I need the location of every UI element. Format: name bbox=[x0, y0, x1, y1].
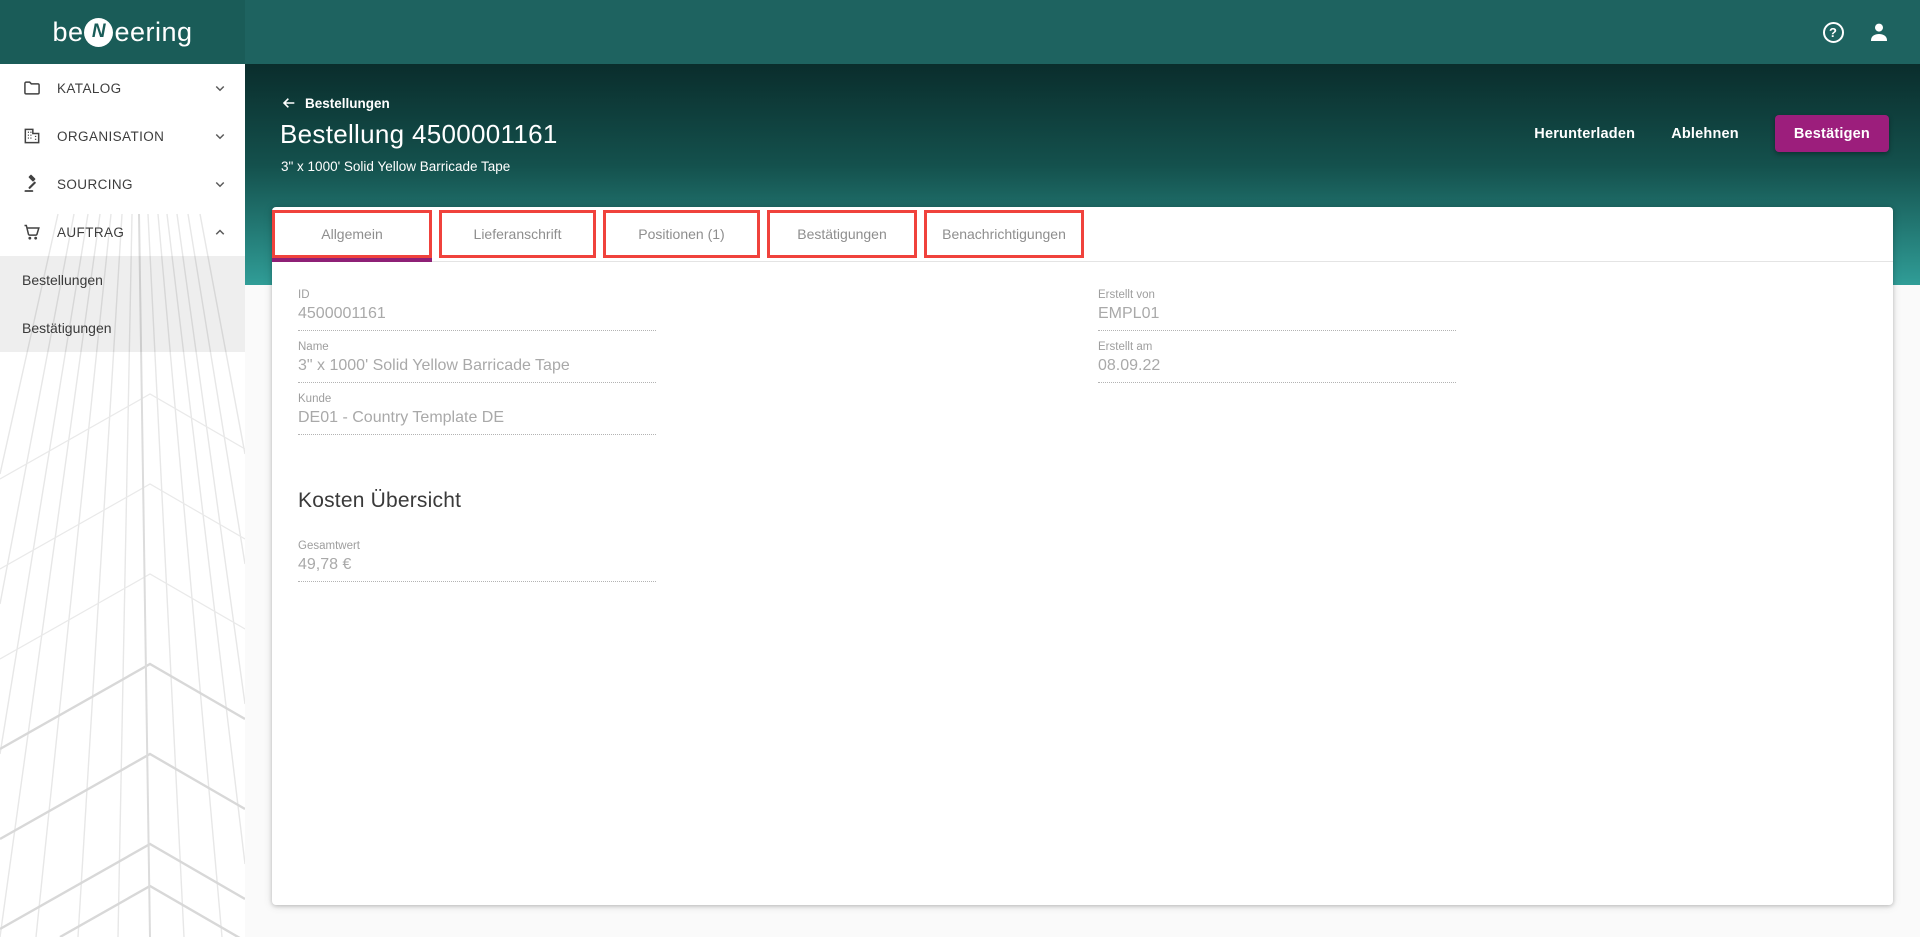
field-value: 08.09.22 bbox=[1098, 357, 1456, 383]
tab-content-allgemein: ID 4500001161 Name 3" x 1000' Solid Yell… bbox=[272, 262, 1893, 582]
field-erstellt-am: Erstellt am 08.09.22 bbox=[1098, 341, 1456, 383]
tab-label: Bestätigungen bbox=[797, 226, 887, 242]
chevron-down-icon bbox=[211, 175, 229, 193]
sidebar-item-label: ORGANISATION bbox=[57, 128, 165, 144]
field-label: Erstellt am bbox=[1098, 341, 1153, 353]
tab-bar: Allgemein Lieferanschrift Positionen (1)… bbox=[272, 207, 1893, 262]
field-erstellt-von: Erstellt von EMPL01 bbox=[1098, 289, 1456, 331]
field-name: Name 3" x 1000' Solid Yellow Barricade T… bbox=[298, 341, 656, 383]
page-title: Bestellung 4500001161 bbox=[280, 119, 558, 149]
help-icon[interactable]: ? bbox=[1820, 19, 1846, 45]
field-value: 3" x 1000' Solid Yellow Barricade Tape bbox=[298, 357, 656, 383]
sidebar: KATALOG ORGANISATION SOURCING AUFTRAG Be… bbox=[0, 64, 245, 937]
sub-item-label: Bestätigungen bbox=[22, 320, 112, 336]
logo-n-circle-icon: N bbox=[84, 17, 114, 47]
chevron-up-icon bbox=[211, 223, 229, 241]
bestaetigen-button[interactable]: Bestätigen bbox=[1774, 115, 1889, 152]
field-value: 49,78 € bbox=[298, 556, 656, 582]
sidebar-item-label: AUFTRAG bbox=[57, 224, 125, 240]
person-icon[interactable] bbox=[1866, 19, 1892, 45]
field-label: Gesamtwert bbox=[298, 540, 360, 552]
field-kunde: Kunde DE01 - Country Template DE bbox=[298, 393, 656, 435]
tab-bestaetigungen[interactable]: Bestätigungen bbox=[767, 210, 917, 258]
cart-icon bbox=[22, 222, 42, 242]
herunterladen-button[interactable]: Herunterladen bbox=[1534, 126, 1635, 142]
chevron-down-icon bbox=[211, 79, 229, 97]
field-id: ID 4500001161 bbox=[298, 289, 656, 331]
brand-logo[interactable]: be N eering bbox=[0, 0, 245, 64]
chevron-down-icon bbox=[211, 127, 229, 145]
sub-item-label: Bestellungen bbox=[22, 272, 103, 288]
building-icon bbox=[22, 126, 42, 146]
field-label: Name bbox=[298, 341, 329, 353]
ablehnen-button[interactable]: Ablehnen bbox=[1671, 126, 1739, 142]
tab-label: Benachrichtigungen bbox=[942, 226, 1066, 242]
back-link-label: Bestellungen bbox=[305, 95, 390, 111]
application-window: be N eering ? KATALOG ORGANISATION SOURC… bbox=[0, 0, 1920, 937]
section-title-kosten: Kosten Übersicht bbox=[298, 489, 462, 512]
logo-text-post: eering bbox=[114, 16, 193, 47]
app-bar-actions: ? bbox=[1820, 19, 1920, 45]
sidebar-item-bestellungen[interactable]: Bestellungen bbox=[0, 256, 245, 304]
back-arrow-icon bbox=[281, 95, 297, 111]
sidebar-item-label: KATALOG bbox=[57, 80, 122, 96]
field-label: Erstellt von bbox=[1098, 289, 1155, 301]
main-area: Bestellungen Bestellung 4500001161 3" x … bbox=[245, 64, 1920, 937]
tab-label: Positionen (1) bbox=[638, 226, 725, 242]
tab-label: Allgemein bbox=[321, 226, 383, 242]
sidebar-item-label: SOURCING bbox=[57, 176, 133, 192]
field-value: 4500001161 bbox=[298, 305, 656, 331]
page-subtitle: 3" x 1000' Solid Yellow Barricade Tape bbox=[281, 159, 511, 174]
folder-icon bbox=[22, 78, 42, 98]
sidebar-item-katalog[interactable]: KATALOG bbox=[0, 64, 245, 112]
gavel-icon bbox=[22, 174, 42, 194]
field-value: DE01 - Country Template DE bbox=[298, 409, 656, 435]
sidebar-item-auftrag[interactable]: AUFTRAG bbox=[0, 208, 245, 256]
tab-benachrichtigungen[interactable]: Benachrichtigungen bbox=[924, 210, 1084, 258]
form-column-left: ID 4500001161 Name 3" x 1000' Solid Yell… bbox=[298, 289, 656, 582]
back-link[interactable]: Bestellungen bbox=[281, 95, 390, 111]
sidebar-item-bestaetigungen[interactable]: Bestätigungen bbox=[0, 304, 245, 352]
auftrag-submenu: Bestellungen Bestätigungen bbox=[0, 256, 245, 352]
tab-positionen[interactable]: Positionen (1) bbox=[603, 210, 760, 258]
tab-label: Lieferanschrift bbox=[473, 226, 562, 242]
tab-lieferanschrift[interactable]: Lieferanschrift bbox=[439, 210, 596, 258]
app-bar: be N eering ? bbox=[0, 0, 1920, 64]
logo-text-pre: be bbox=[52, 16, 84, 47]
sidebar-nav: KATALOG ORGANISATION SOURCING AUFTRAG Be… bbox=[0, 64, 245, 352]
tab-allgemein[interactable]: Allgemein bbox=[272, 210, 432, 258]
field-label: ID bbox=[298, 289, 310, 301]
beneering-logo: be N eering bbox=[52, 17, 192, 48]
field-label: Kunde bbox=[298, 393, 332, 405]
sidebar-item-sourcing[interactable]: SOURCING bbox=[0, 160, 245, 208]
field-value: EMPL01 bbox=[1098, 305, 1456, 331]
form-column-right: Erstellt von EMPL01 Erstellt am 08.09.22 bbox=[1098, 289, 1456, 393]
order-detail-card: Allgemein Lieferanschrift Positionen (1)… bbox=[272, 207, 1893, 905]
sidebar-item-organisation[interactable]: ORGANISATION bbox=[0, 112, 245, 160]
header-actions: Herunterladen Ablehnen Bestätigen bbox=[1534, 115, 1889, 152]
field-gesamtwert: Gesamtwert 49,78 € bbox=[298, 540, 656, 582]
